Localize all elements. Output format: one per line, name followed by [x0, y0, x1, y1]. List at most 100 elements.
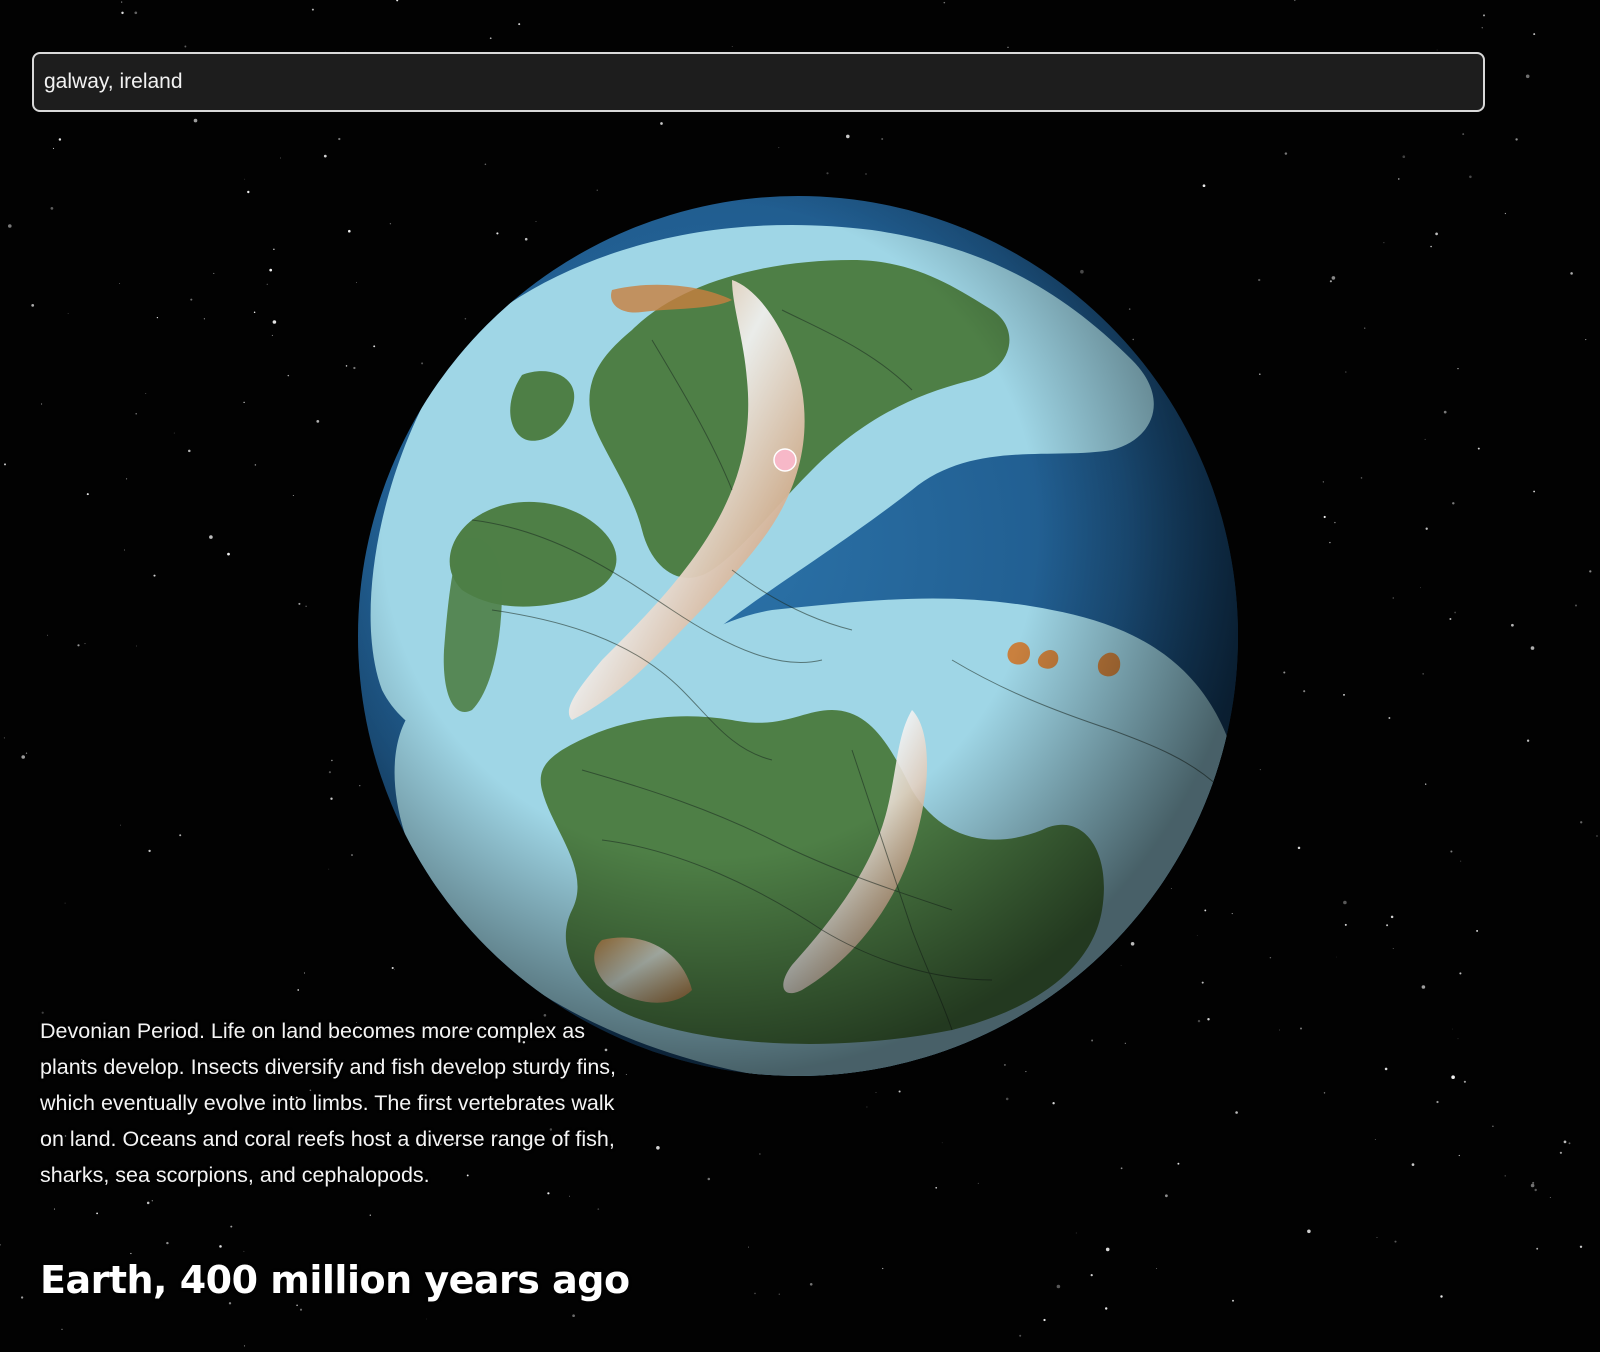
star [190, 298, 193, 301]
star [660, 122, 663, 125]
star [156, 316, 159, 319]
star [1534, 1188, 1537, 1192]
star [1165, 1194, 1168, 1198]
star [272, 320, 277, 324]
star [148, 849, 151, 853]
star [1322, 481, 1324, 483]
star [134, 11, 138, 15]
star [846, 134, 850, 139]
star [296, 1304, 298, 1307]
star [881, 138, 884, 140]
star [243, 401, 245, 404]
star [52, 147, 55, 149]
star [126, 478, 128, 480]
star [287, 374, 290, 377]
star [1398, 178, 1400, 180]
star [731, 46, 733, 47]
star [778, 147, 780, 149]
star [1536, 1247, 1539, 1250]
star [244, 178, 246, 180]
star [21, 755, 26, 759]
star [316, 420, 320, 423]
star [1530, 1183, 1535, 1188]
star [1549, 1197, 1551, 1198]
star [1283, 671, 1286, 674]
star [298, 602, 301, 605]
star [193, 118, 198, 123]
star [151, 1200, 153, 1202]
star [1532, 1181, 1535, 1184]
location-search-box[interactable] [32, 52, 1485, 112]
star [266, 283, 268, 285]
star [1589, 570, 1592, 573]
star [875, 1092, 877, 1094]
star [1440, 1295, 1443, 1298]
star [135, 413, 137, 415]
star [253, 311, 256, 314]
globe-shading [358, 196, 1238, 1076]
star [1329, 280, 1332, 283]
star [1504, 1175, 1506, 1177]
star [1307, 1229, 1311, 1234]
star [1420, 587, 1421, 589]
star [243, 1250, 245, 1252]
star [1402, 155, 1406, 159]
star [328, 771, 331, 774]
star [20, 1296, 24, 1299]
star [1454, 611, 1456, 614]
star [305, 605, 307, 608]
star [1258, 373, 1261, 376]
star [311, 8, 314, 11]
star [1482, 14, 1486, 17]
star [86, 493, 89, 496]
star [1336, 956, 1338, 958]
star [84, 643, 86, 645]
star [1376, 1237, 1378, 1238]
star [1462, 133, 1465, 136]
period-headline: Earth, 400 million years ago [40, 1258, 630, 1302]
star [273, 248, 275, 250]
star [1526, 739, 1530, 742]
star [597, 1208, 600, 1210]
star [569, 1195, 570, 1197]
star [1424, 438, 1426, 440]
star [518, 23, 521, 26]
star [203, 318, 205, 320]
star [230, 1225, 233, 1228]
star [299, 1308, 303, 1311]
star [941, 1142, 943, 1144]
star [77, 644, 80, 647]
star [1394, 1240, 1397, 1243]
star [1457, 1038, 1459, 1040]
star [572, 1314, 575, 1318]
star [279, 157, 281, 159]
star [1235, 1111, 1238, 1114]
star [1579, 1245, 1583, 1249]
star [130, 1252, 132, 1255]
star [303, 972, 305, 974]
star [1421, 985, 1426, 989]
location-search-input[interactable] [34, 54, 1483, 110]
star [1052, 1102, 1055, 1105]
star [213, 272, 215, 274]
star [1449, 618, 1452, 620]
star [1504, 212, 1507, 215]
star [748, 1246, 750, 1248]
star [1323, 515, 1326, 519]
star [121, 1, 123, 3]
star [328, 868, 330, 870]
star [61, 1328, 63, 1330]
star [1344, 923, 1347, 926]
star [1559, 1151, 1563, 1154]
star [1329, 541, 1331, 544]
star [1463, 1080, 1466, 1083]
star [247, 190, 250, 194]
star [1299, 1027, 1303, 1030]
star [866, 1106, 868, 1108]
star [1525, 74, 1530, 79]
star [271, 334, 273, 336]
star [1530, 646, 1535, 650]
star [1331, 276, 1336, 280]
paleo-globe[interactable] [352, 190, 1244, 1082]
location-marker[interactable] [773, 448, 797, 472]
